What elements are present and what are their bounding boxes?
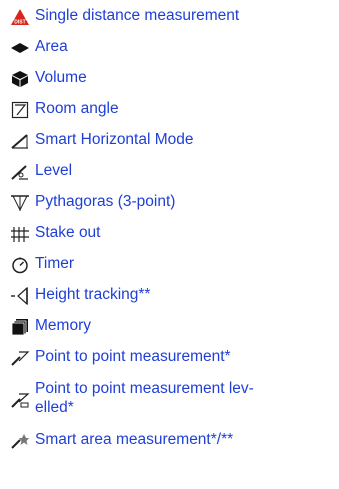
list-item-pythagoras[interactable]: Pythagoras (3-point) [8,192,175,214]
list-item-height-tracking[interactable]: Height tracking** [8,285,150,307]
list-item-label: Smart area measurement*/** [35,431,234,448]
list-item-label: Point to point measurement* [35,348,231,365]
list-item-room-angle[interactable]: Room angle [8,99,119,121]
list-item-label: Level [35,162,73,179]
list-item-label: Point to point measurement lev- elled* [35,380,254,416]
list-item-area[interactable]: Area [8,37,68,59]
single-distance-icon: DIST [8,6,32,28]
point-to-point-icon [8,347,32,369]
list-item-single-distance[interactable]: DIST Single distance measurement [8,6,239,28]
list-item-label: Smart Horizontal Mode [35,131,194,148]
height-tracking-icon [8,285,32,307]
stake-out-icon [8,223,32,245]
volume-icon [8,68,32,90]
list-item-label: Height tracking** [35,286,151,303]
svg-text:DIST: DIST [14,20,25,26]
list-item-stake-out[interactable]: Stake out [8,223,101,245]
list-item-point-to-point-levelled[interactable]: Point to point measurement lev- elled* [8,379,315,417]
list-item-label: Single distance measurement [35,7,240,24]
pythagoras-icon [8,192,32,214]
timer-icon [8,254,32,276]
list-item-point-to-point[interactable]: Point to point measurement* [8,347,231,369]
list-item-label: Stake out [35,224,101,241]
list-item-label: Memory [35,317,91,334]
list-item-label: Pythagoras (3-point) [35,193,176,210]
list-item-smart-horizontal[interactable]: Smart Horizontal Mode [8,130,194,152]
list-item-label: Room angle [35,100,119,117]
point-to-point-levelled-icon [8,389,32,411]
list-item-smart-area[interactable]: Smart area measurement*/** [8,430,233,452]
memory-icon [8,316,32,338]
room-angle-icon [8,99,32,121]
list-item-label: Timer [35,255,75,272]
list-item-timer[interactable]: Timer [8,254,74,276]
list-item-memory[interactable]: Memory [8,316,91,338]
smart-area-icon [8,430,32,452]
level-icon [8,161,32,183]
area-icon [8,37,32,59]
list-item-label: Volume [35,69,87,86]
list-item-volume[interactable]: Volume [8,68,87,90]
list-item-level[interactable]: Level [8,161,72,183]
list-item-label: Area [35,38,68,55]
smart-horizontal-icon [8,130,32,152]
